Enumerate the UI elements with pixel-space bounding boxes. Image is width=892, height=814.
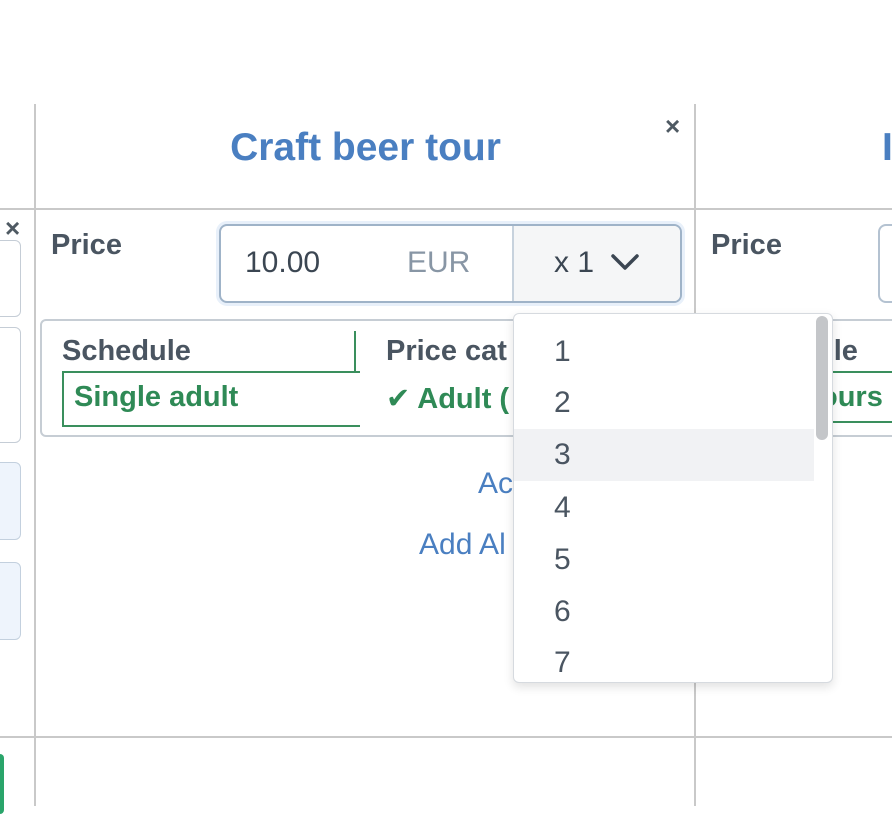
quantity-option[interactable]: 4 <box>514 482 814 534</box>
next-price-input[interactable] <box>878 224 892 303</box>
quantity-dropdown[interactable]: 1 2 3 4 5 6 7 <box>513 313 833 683</box>
price-currency: EUR <box>407 246 471 279</box>
next-price-label: Price <box>711 229 782 261</box>
price-category-label: Price cat <box>386 335 507 367</box>
price-input[interactable]: 10.00 <box>245 246 320 280</box>
left-column-close-icon[interactable]: × <box>5 215 20 241</box>
left-add-all-button[interactable] <box>0 562 21 640</box>
price-label: Price <box>51 229 122 261</box>
schedule-label: Schedule <box>62 335 191 367</box>
dropdown-scrollbar[interactable] <box>816 316 828 440</box>
price-input-group: 10.00 EUR x 1 <box>219 224 682 303</box>
quantity-option[interactable]: 2 <box>514 377 814 429</box>
add-all-link[interactable]: Add Al <box>419 528 506 562</box>
chevron-down-icon <box>611 254 639 270</box>
column-title: Craft beer tour <box>230 126 501 169</box>
price-category-value[interactable]: ✔ Adult ( <box>386 381 509 416</box>
schedule-field-top-border <box>354 331 356 371</box>
next-column-title: I <box>882 126 892 169</box>
quantity-option[interactable]: 5 <box>514 534 814 586</box>
row-divider <box>0 736 892 738</box>
quantity-selected-value: x 1 <box>554 246 595 279</box>
add-link[interactable]: Ac <box>478 467 513 501</box>
left-add-button[interactable] <box>0 462 21 540</box>
quantity-select[interactable]: x 1 <box>512 226 680 301</box>
header-divider <box>0 208 892 210</box>
column-close-icon[interactable]: × <box>665 113 680 139</box>
quantity-option[interactable]: 7 <box>514 637 814 682</box>
left-price-input[interactable] <box>0 240 21 317</box>
left-confirm-button[interactable] <box>0 754 4 814</box>
schedule-card: Schedule Single adult Price cat ✔ Adult … <box>40 319 564 437</box>
left-schedule-card <box>0 327 21 443</box>
quantity-option[interactable]: 1 <box>514 326 814 378</box>
quantity-option-highlighted[interactable]: 3 <box>514 429 814 481</box>
schedule-selected-value: Single adult <box>74 381 239 413</box>
quantity-option[interactable]: 6 <box>514 586 814 638</box>
